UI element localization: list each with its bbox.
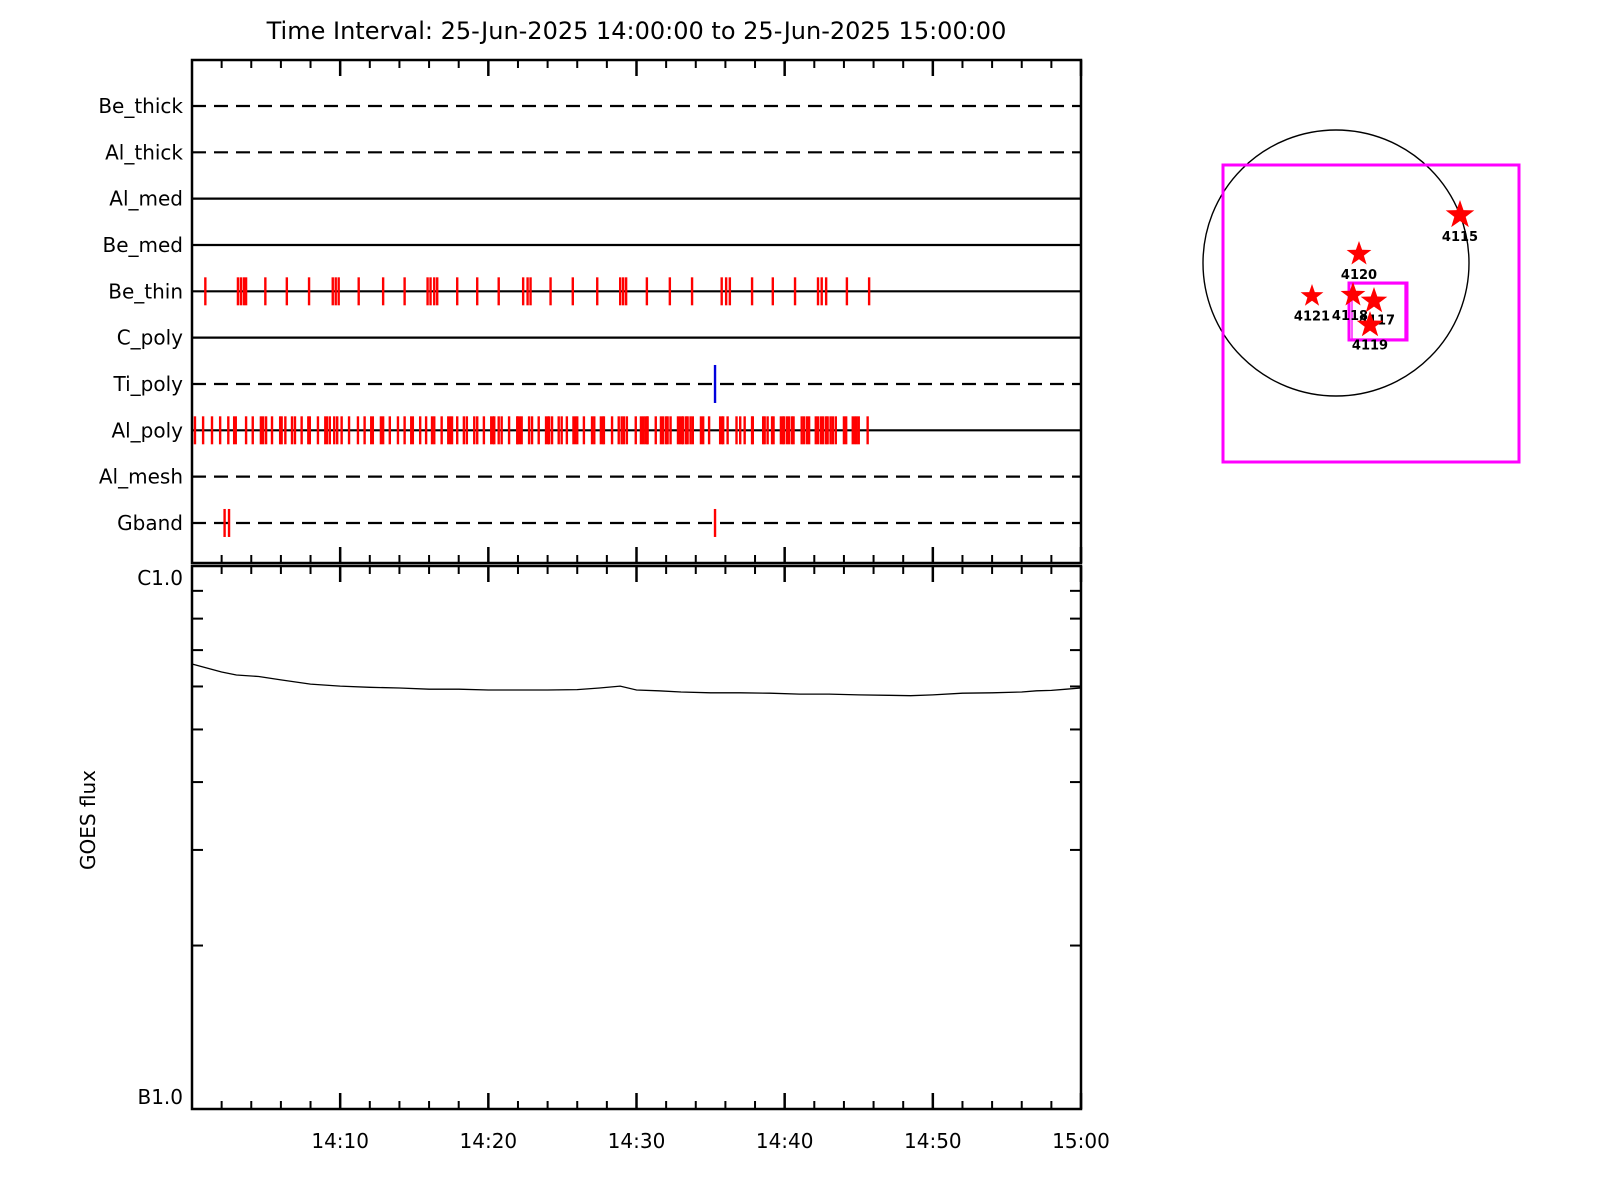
flare-star-icon: [1445, 200, 1475, 228]
filter-row-label: Gband: [117, 511, 183, 535]
x-tick-label: 14:40: [756, 1129, 814, 1153]
flare-label: 4119: [1352, 338, 1388, 353]
x-tick-label: 14:30: [608, 1129, 666, 1153]
filter-row-label: Be_med: [102, 233, 183, 257]
flare-label: 4120: [1341, 268, 1377, 283]
goes-panel-frame: [190, 564, 1083, 1111]
flare-star-icon: [1346, 241, 1372, 265]
x-tick-label: 14:50: [904, 1129, 962, 1153]
filter-row-label: Al_mesh: [99, 465, 183, 489]
filter-row-label: Ti_poly: [113, 372, 184, 396]
goes-flux-curve: [191, 663, 1082, 697]
goes-ytop-label: C1.0: [137, 566, 183, 590]
filter-row-label: Al_med: [109, 187, 183, 211]
filter-row-label: Be_thick: [98, 94, 183, 118]
x-tick-label: 14:20: [460, 1129, 518, 1153]
xrt-goes-timeline-figure: Time Interval: 25-Jun-2025 14:00:00 to 2…: [0, 0, 1600, 1200]
flare-star-icon: [1340, 282, 1366, 306]
filter-row-label: Be_thin: [108, 279, 183, 303]
flare-star-icon: [1300, 284, 1324, 306]
x-tick-label: 15:00: [1052, 1129, 1110, 1153]
goes-ybottom-label: B1.0: [137, 1085, 183, 1109]
goes-ylabel: GOES flux: [76, 770, 100, 870]
filter-row-label: Al_poly: [111, 418, 183, 442]
filter-row-label: Al_thick: [105, 140, 183, 164]
flare-label: 4115: [1442, 230, 1478, 245]
filter-panel-frame: [190, 58, 1083, 565]
plot-canvas: 14:10 14:20 14:30 14:40 14:50 15:00 Be_thick Al…: [76, 58, 1521, 1153]
flare-label: 4121: [1294, 309, 1330, 324]
x-tick-label: 14:10: [311, 1129, 369, 1153]
solar-disk: [1202, 129, 1470, 397]
filter-row-label: C_poly: [117, 326, 183, 350]
